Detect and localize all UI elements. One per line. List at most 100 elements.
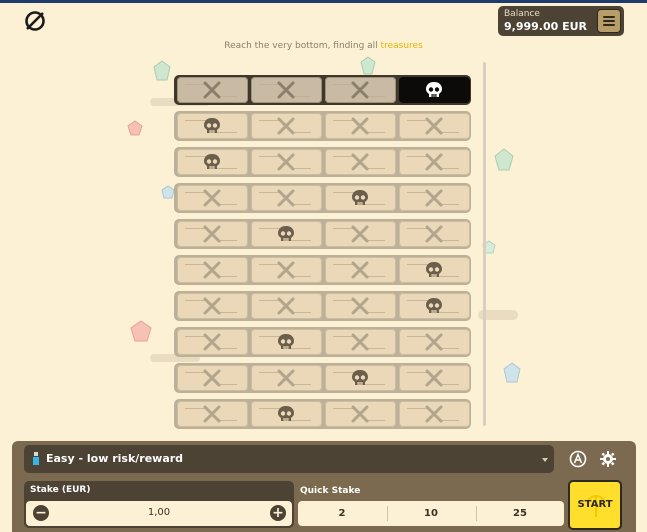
- x-mark-icon: [425, 405, 443, 423]
- progress-rail: [483, 62, 486, 426]
- risk-mode-select[interactable]: Easy - low risk/reward: [24, 445, 554, 473]
- board-tile[interactable]: [325, 185, 396, 211]
- x-mark-icon: [277, 153, 295, 171]
- board-tile[interactable]: [251, 329, 322, 355]
- board-tile[interactable]: [325, 293, 396, 319]
- x-mark-icon: [203, 225, 221, 243]
- quick-stake-2-button[interactable]: 2: [298, 501, 386, 526]
- board-row: [174, 219, 471, 249]
- board-tile[interactable]: [399, 185, 470, 211]
- stake-input[interactable]: 1,00 − +: [26, 501, 292, 526]
- x-mark-icon: [351, 297, 369, 315]
- board-row: [174, 291, 471, 321]
- instruction-prefix: Reach the very bottom, finding all: [224, 41, 378, 51]
- board-tile[interactable]: [399, 329, 470, 355]
- pink-gem-icon: [130, 320, 152, 342]
- decrease-stake-button[interactable]: −: [33, 505, 49, 521]
- x-mark-icon: [203, 369, 221, 387]
- board-tile[interactable]: [251, 365, 322, 391]
- board-tile[interactable]: [399, 257, 470, 283]
- board-tile[interactable]: [325, 257, 396, 283]
- green-gem-icon: [360, 56, 376, 75]
- top-accent-bar: [0, 0, 647, 3]
- increase-stake-button[interactable]: +: [270, 505, 286, 521]
- x-mark-icon: [425, 117, 443, 135]
- board-row: [174, 147, 471, 177]
- board-row: [174, 363, 471, 393]
- board-tile[interactable]: [251, 149, 322, 175]
- stake-box: Stake (EUR) 1,00 − +: [24, 481, 294, 528]
- board-tile[interactable]: [325, 113, 396, 139]
- board-tile[interactable]: [177, 257, 248, 283]
- skull-icon: [278, 406, 294, 421]
- skull-icon: [352, 370, 368, 385]
- board-tile[interactable]: [177, 113, 248, 139]
- x-mark-icon: [351, 153, 369, 171]
- board-tile[interactable]: [177, 149, 248, 175]
- board-tile[interactable]: [177, 185, 248, 211]
- board-tile[interactable]: [177, 221, 248, 247]
- x-mark-icon: [351, 225, 369, 243]
- board-tile[interactable]: [177, 365, 248, 391]
- board-tile[interactable]: [251, 293, 322, 319]
- chevron-down-icon: [542, 458, 548, 462]
- hamburger-menu-button[interactable]: [597, 9, 621, 33]
- balance-label: Balance: [504, 9, 540, 19]
- x-mark-icon: [425, 333, 443, 351]
- board-tile[interactable]: [325, 401, 396, 427]
- balance-value: 9,999.00 EUR: [504, 20, 588, 33]
- board-tile[interactable]: [251, 257, 322, 283]
- board-tile[interactable]: [251, 401, 322, 427]
- skull-icon: [278, 334, 294, 349]
- board-tile[interactable]: [251, 185, 322, 211]
- instruction-highlight: treasures: [380, 41, 423, 51]
- start-label: START: [577, 499, 613, 510]
- start-button[interactable]: START: [568, 480, 622, 530]
- green-gem-icon: [494, 148, 514, 171]
- x-mark-icon: [277, 261, 295, 279]
- board-row: [174, 399, 471, 429]
- x-mark-icon: [203, 261, 221, 279]
- slashed-circle-logo-icon: [25, 11, 45, 31]
- board-tile[interactable]: [399, 77, 470, 103]
- x-mark-icon: [277, 81, 295, 99]
- board-tile[interactable]: [177, 77, 248, 103]
- board-tile[interactable]: [399, 221, 470, 247]
- board-row: [174, 183, 471, 213]
- board-tile[interactable]: [399, 113, 470, 139]
- board-tile[interactable]: [251, 77, 322, 103]
- control-panel: Easy - low risk/reward Stake (EUR) 1,00 …: [12, 441, 636, 532]
- pink-gem-icon: [127, 120, 143, 136]
- board-tile[interactable]: [177, 293, 248, 319]
- board-tile[interactable]: [177, 401, 248, 427]
- quick-stake-group: 2 10 25: [298, 501, 564, 526]
- x-mark-icon: [277, 117, 295, 135]
- balance-box: Balance 9,999.00 EUR: [498, 6, 624, 36]
- risk-mode-label: Easy - low risk/reward: [46, 452, 184, 465]
- board-tile[interactable]: [399, 149, 470, 175]
- quick-stake-10-button[interactable]: 10: [387, 501, 475, 526]
- gear-icon[interactable]: [600, 451, 616, 467]
- skull-icon: [204, 118, 220, 133]
- skull-icon: [278, 226, 294, 241]
- board-tile[interactable]: [399, 293, 470, 319]
- autoplay-icon[interactable]: [569, 450, 587, 468]
- board-tile[interactable]: [251, 113, 322, 139]
- board-tile[interactable]: [325, 329, 396, 355]
- x-mark-icon: [425, 369, 443, 387]
- board-tile[interactable]: [325, 77, 396, 103]
- x-mark-icon: [351, 333, 369, 351]
- skull-icon: [204, 154, 220, 169]
- x-mark-icon: [203, 297, 221, 315]
- green-gem-icon: [153, 60, 171, 81]
- board-tile[interactable]: [399, 401, 470, 427]
- board-tile[interactable]: [325, 221, 396, 247]
- quick-stake-25-button[interactable]: 25: [476, 501, 564, 526]
- board-tile[interactable]: [177, 329, 248, 355]
- board-tile[interactable]: [399, 365, 470, 391]
- hamburger-menu-icon: [603, 16, 615, 18]
- board-tile[interactable]: [325, 149, 396, 175]
- potion-icon: [33, 452, 39, 465]
- board-tile[interactable]: [251, 221, 322, 247]
- board-tile[interactable]: [325, 365, 396, 391]
